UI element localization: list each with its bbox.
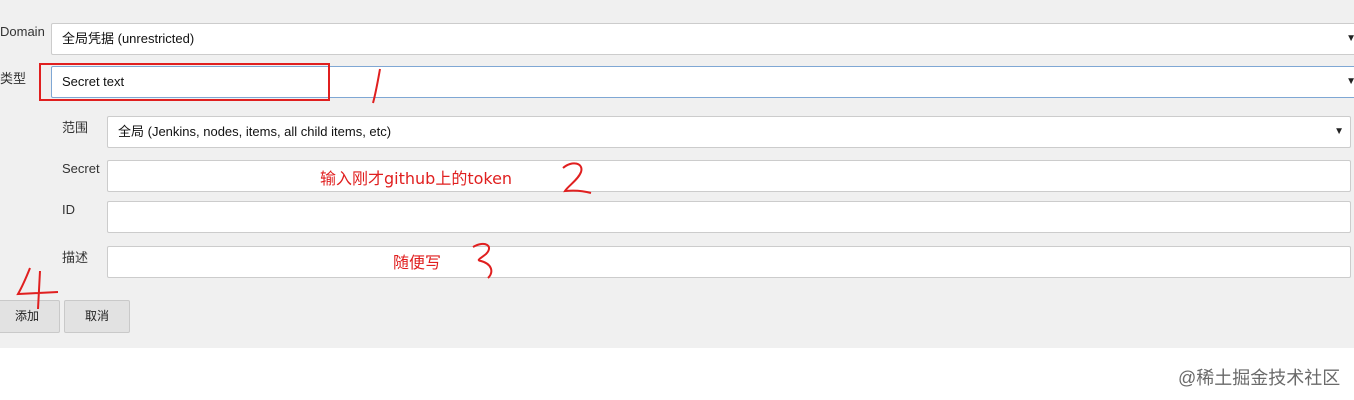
kind-label: 类型 bbox=[0, 71, 27, 86]
secret-input[interactable] bbox=[107, 160, 1351, 192]
domain-select[interactable]: 全局凭据 (unrestricted) ▼ bbox=[51, 23, 1354, 55]
domain-label: Domain bbox=[0, 24, 45, 39]
scope-select-value: 全局 (Jenkins, nodes, items, all child ite… bbox=[118, 124, 392, 139]
scope-select[interactable]: 全局 (Jenkins, nodes, items, all child ite… bbox=[107, 116, 1351, 148]
annotation-secret-note: 输入刚才github上的token bbox=[320, 169, 513, 188]
domain-select-value: 全局凭据 (unrestricted) bbox=[62, 31, 195, 46]
credentials-form-panel: Domain 全局凭据 (unrestricted) ▼ 类型 Secret t… bbox=[0, 0, 1354, 348]
description-input[interactable] bbox=[107, 246, 1351, 278]
secret-label: Secret bbox=[62, 161, 100, 176]
description-label: 描述 bbox=[62, 250, 89, 265]
kind-select-value: Secret text bbox=[62, 74, 125, 89]
kind-select[interactable]: Secret text ▼ bbox=[51, 66, 1354, 98]
add-button[interactable]: 添加 bbox=[0, 300, 60, 333]
annotation-description-note: 随便写 bbox=[393, 253, 442, 272]
id-input[interactable] bbox=[107, 201, 1351, 233]
cancel-button[interactable]: 取消 bbox=[64, 300, 130, 333]
chevron-down-icon: ▼ bbox=[1346, 76, 1354, 87]
watermark: @稀土掘金技术社区 bbox=[1178, 368, 1341, 388]
scope-label: 范围 bbox=[62, 120, 89, 135]
chevron-down-icon: ▼ bbox=[1334, 126, 1344, 137]
id-label: ID bbox=[62, 202, 75, 217]
chevron-down-icon: ▼ bbox=[1346, 33, 1354, 44]
